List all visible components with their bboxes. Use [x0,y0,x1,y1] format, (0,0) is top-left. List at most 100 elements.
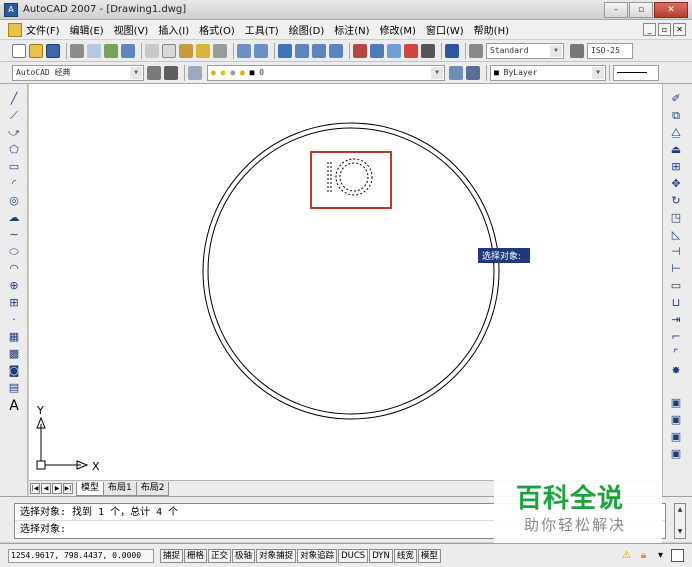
cut-icon[interactable] [145,43,159,58]
multiline-text-icon[interactable]: A [7,399,21,413]
dim-style-select[interactable]: ISO-25 [587,42,633,59]
zoom-realtime-icon[interactable] [295,43,309,58]
draw-order-back-icon[interactable]: ▣ [669,413,683,427]
offset-icon[interactable]: ⏏ [669,143,683,157]
polyline-icon[interactable]: ⤻ [7,126,21,140]
model-space-toggle[interactable]: 模型 [417,548,441,563]
fillet-icon[interactable]: ⌜ [669,347,683,361]
workspace-settings-icon[interactable] [147,65,161,80]
ellipse-arc-icon[interactable]: ◠ [7,262,21,276]
region-icon[interactable]: ◙ [7,364,21,378]
chamfer-icon[interactable]: ⌐ [669,330,683,344]
paste-icon[interactable] [179,43,193,58]
design-center-icon[interactable] [370,43,384,58]
scroll-down-icon[interactable]: ▼ [675,526,685,538]
outer-circle-offset[interactable] [202,122,500,420]
doc-restore-button[interactable]: ▫ [658,23,671,36]
tab-layout2[interactable]: 布局2 [135,481,170,496]
break-at-point-icon[interactable]: ▭ [669,279,683,293]
publish-icon[interactable] [104,43,118,58]
text-style-select[interactable]: Standard ▼ [486,42,564,59]
gradient-icon[interactable]: ▩ [7,347,21,361]
linetype-select[interactable] [613,64,659,81]
selected-inner-circle[interactable] [339,162,369,192]
bring-above-icon[interactable]: ▣ [669,430,683,444]
send-under-icon[interactable]: ▣ [669,447,683,461]
otrack-toggle[interactable]: 对象追踪 [297,548,338,563]
maximize-button[interactable]: ▫ [629,2,653,18]
ortho-toggle[interactable]: 正交 [208,548,232,563]
insert-block-icon[interactable]: ⊕ [7,279,21,293]
menu-dimension[interactable]: 标注(N) [334,22,369,37]
coordinate-readout[interactable]: 1254.9617, 798.4437, 0.0000 [8,548,154,563]
layer-previous-icon[interactable] [466,65,480,80]
spline-icon[interactable]: ∼ [7,228,21,242]
status-menu-chevron-icon[interactable]: ▾ [654,549,667,562]
prev-tab-button[interactable]: ◀ [41,483,51,494]
save-icon[interactable] [46,43,60,58]
rectangle-icon[interactable]: ▭ [7,160,21,174]
break-icon[interactable]: ⊔ [669,296,683,310]
match-properties-icon[interactable] [196,43,210,58]
drawing-canvas[interactable]: 选择对象: Y X [29,84,662,480]
zoom-window-icon[interactable] [312,43,326,58]
join-icon[interactable]: ⇥ [669,313,683,327]
next-tab-button[interactable]: ▶ [52,483,62,494]
polar-toggle[interactable]: 极轴 [232,548,256,563]
3d-dwf-icon[interactable] [121,43,135,58]
menu-modify[interactable]: 修改(M) [380,22,416,37]
properties-icon[interactable] [353,43,367,58]
doc-close-button[interactable]: ✕ [673,23,686,36]
explode-icon[interactable]: ✸ [669,364,683,378]
menu-tools[interactable]: 工具(T) [245,22,279,37]
ducs-toggle[interactable]: DUCS [338,548,369,563]
calculator-icon[interactable] [421,43,435,58]
hatch-icon[interactable]: ▦ [7,330,21,344]
scale-icon[interactable]: ◳ [669,211,683,225]
menu-insert[interactable]: 插入(I) [158,22,189,37]
menu-window[interactable]: 窗口(W) [426,22,464,37]
menu-draw[interactable]: 绘图(D) [289,22,325,37]
revision-cloud-icon[interactable]: ☁ [7,211,21,225]
menu-view[interactable]: 视图(V) [114,22,149,37]
lock-toolbar-icon[interactable]: 🔒︎ [637,549,650,562]
zoom-previous-icon[interactable] [329,43,343,58]
workspace-save-icon[interactable] [164,65,178,80]
copy-icon[interactable] [162,43,176,58]
osnap-toggle[interactable]: 对象捕捉 [256,548,297,563]
layer-manager-icon[interactable] [188,65,202,80]
menu-help[interactable]: 帮助(H) [474,22,509,37]
point-icon[interactable]: · [7,313,21,327]
copy-object-icon[interactable]: ⧉ [669,109,683,123]
warning-icon[interactable]: ⚠ [620,549,633,562]
tab-layout1[interactable]: 布局1 [103,481,137,496]
print-icon[interactable] [70,43,84,58]
polygon-icon[interactable]: ⬠ [7,143,21,157]
drawing-svg[interactable]: 选择对象: Y X [29,84,662,480]
sheet-set-icon[interactable] [404,43,418,58]
scroll-up-icon[interactable]: ▲ [675,504,685,516]
print-preview-icon[interactable] [87,43,101,58]
line-icon[interactable]: ╱ [7,92,21,106]
dyn-toggle[interactable]: DYN [369,548,393,563]
help-icon[interactable] [445,43,459,58]
stretch-icon[interactable]: ◺ [669,228,683,242]
array-icon[interactable]: ⊞ [669,160,683,174]
first-tab-button[interactable]: |◀ [30,483,40,494]
close-button[interactable]: ✕ [654,2,688,18]
ellipse-icon[interactable]: ⬭ [7,245,21,259]
autocad-app-icon[interactable]: A [4,2,18,17]
last-tab-button[interactable]: ▶| [63,483,73,494]
redo-icon[interactable] [254,43,268,58]
outer-circle[interactable] [207,127,495,415]
new-icon[interactable] [12,43,26,58]
construction-line-icon[interactable]: ⟋ [7,109,21,123]
dimension-style-icon[interactable] [570,43,584,58]
text-style-icon[interactable] [469,43,483,58]
block-editor-icon[interactable] [213,43,227,58]
circle-icon[interactable]: ◎ [7,194,21,208]
lineweight-toggle[interactable]: 线宽 [393,548,417,563]
tab-model[interactable]: 模型 [76,481,105,496]
rotate-icon[interactable]: ↻ [669,194,683,208]
table-icon[interactable]: ▤ [7,381,21,395]
